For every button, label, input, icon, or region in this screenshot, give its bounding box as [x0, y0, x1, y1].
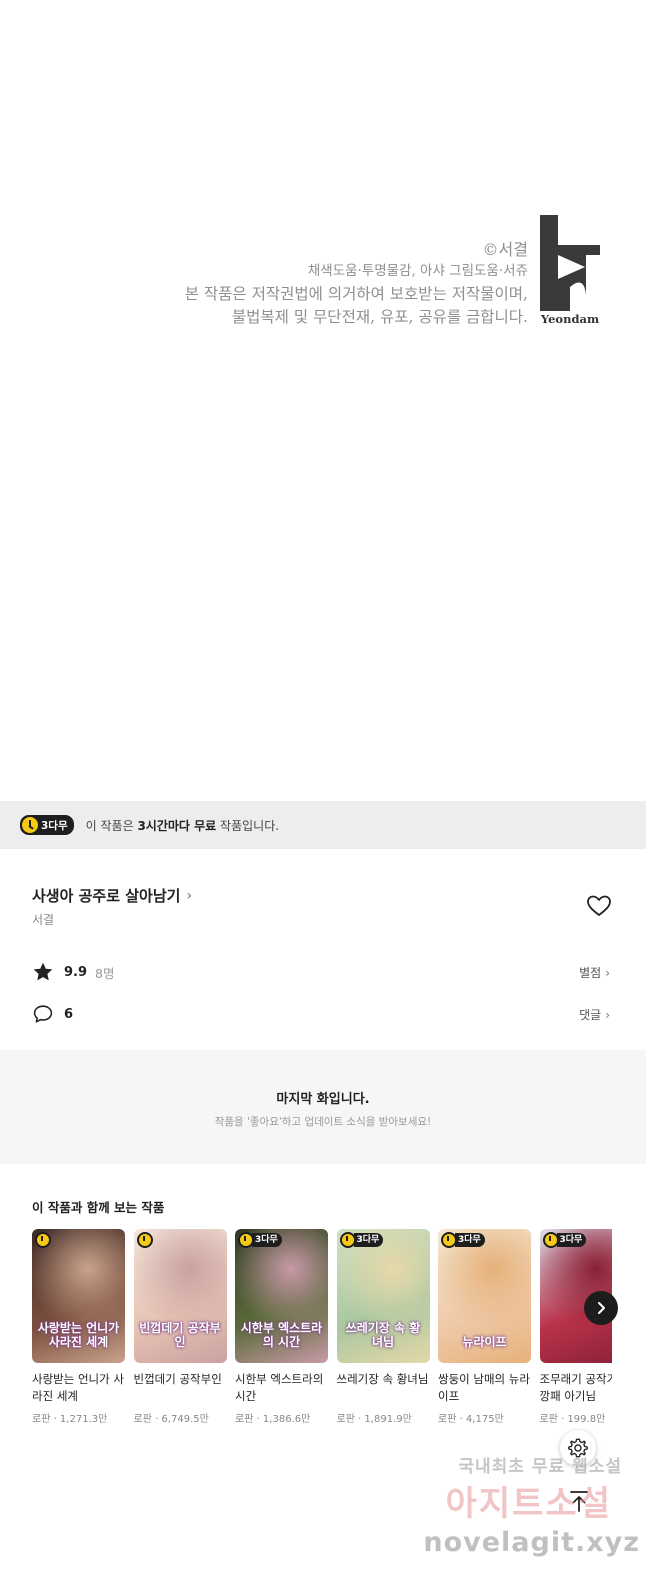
chevron-right-icon: [598, 1302, 605, 1314]
last-episode-notice: 마지막 화입니다. 작품을 '좋아요'하고 업데이트 소식을 받아보세요!: [0, 1050, 646, 1164]
star-icon: [33, 962, 53, 981]
three-hour-free-badge: 3다무: [20, 815, 74, 835]
carousel-next-button[interactable]: [584, 1291, 618, 1325]
card-genre-views: 로판 · 1,386.6만: [235, 1414, 311, 1425]
recommendation-card[interactable]: 빈껍데기 공작부인 빈껍데기 공작부인 로판 · 6,749.5만: [133, 1229, 227, 1425]
yeondam-logo: Yeondam: [540, 215, 600, 327]
copyright-author: ©서결: [482, 240, 528, 259]
cover-title: 쓰레기장 속 황녀님: [345, 1321, 421, 1349]
rating-count: 8명: [95, 965, 115, 981]
three-hour-free-badge: [35, 1232, 51, 1248]
clock-icon: [339, 1232, 356, 1248]
cover-title: 뉴라이프: [462, 1335, 507, 1349]
card-genre-views: 로판 · 6,749.5만: [133, 1414, 209, 1425]
cover-image: 시한부 엑스트라의 시간 3다무: [235, 1229, 328, 1363]
yeondam-wordmark: Yeondam: [540, 312, 600, 326]
recommendation-card[interactable]: 시한부 엑스트라의 시간 3다무시한부 엑스트라의 시간로판 · 1,386.6만: [235, 1229, 328, 1425]
badge-label: 3다무: [455, 1233, 485, 1247]
clock-icon: [22, 817, 38, 833]
chevron-right-icon: ›: [605, 1007, 610, 1022]
cover-image: 쓰레기장 속 황녀님 3다무: [336, 1229, 430, 1363]
card-title: 쓰레기장 속 황녀님: [336, 1372, 429, 1386]
rating-row: 9.9 8명: [32, 961, 114, 983]
clock-icon: [542, 1232, 559, 1248]
comment-link-label: 댓글: [579, 1008, 602, 1022]
copyright-warning-1: 본 작품은 저작권법에 의거하여 보호받는 저작물이며,: [184, 285, 528, 303]
comment-bubble-icon: [33, 1005, 53, 1023]
free-banner-text: 이 작품은 3시간마다 무료 작품입니다.: [86, 817, 279, 834]
cover-title: 사랑받는 언니가 사라진 세계: [37, 1321, 120, 1349]
work-author[interactable]: 서결: [32, 911, 54, 928]
recommendations-heading: 이 작품과 함께 보는 작품: [32, 1200, 165, 1215]
cover-title: 시한부 엑스트라의 시간: [240, 1321, 323, 1349]
cover-image: 사랑받는 언니가 사라진 세계: [32, 1229, 125, 1363]
free-text-pre: 이 작품은: [85, 818, 138, 833]
comment-row: 6: [32, 1003, 73, 1025]
clock-icon: [136, 1232, 153, 1248]
arrow-up-to-top-icon: [570, 1491, 588, 1512]
copyright-warning-2: 불법복제 및 무단전재, 유포, 공유를 금합니다.: [231, 308, 528, 326]
badge-label: 3다무: [252, 1233, 282, 1247]
work-title: 사생아 공주로 살아남기: [32, 887, 181, 905]
card-genre-views: 로판 · 199.8만: [539, 1414, 606, 1425]
comment-count: 6: [64, 1006, 74, 1022]
work-info-panel: 사생아 공주로 살아남기 › 서결 9.9 8명 별점 › 6 댓글 ›: [0, 849, 646, 1050]
card-genre-views: 로판 · 1,271.3만: [32, 1414, 108, 1425]
scroll-to-top-button[interactable]: [562, 1484, 596, 1518]
badge-label: 3다무: [353, 1233, 384, 1247]
free-text-post: 작품입니다.: [216, 818, 280, 833]
comment-link[interactable]: 댓글 ›: [579, 1006, 610, 1023]
copyright-notice: ©서결 채색도움·투명물감, 아샤 그림도움·서쥬 본 작품은 저작권법에 의거…: [0, 215, 646, 330]
yeondam-mark-icon: [540, 215, 600, 311]
work-title-link[interactable]: 사생아 공주로 살아남기 ›: [32, 885, 192, 906]
three-hour-free-badge: [136, 1232, 153, 1248]
card-title: 빈껍데기 공작부인: [133, 1372, 222, 1386]
rate-link[interactable]: 별점 ›: [579, 964, 610, 981]
recommendation-card[interactable]: 3다무조무래기 공작가의 깡패 아기님로판 · 199.8만: [539, 1229, 613, 1425]
last-episode-subtitle: 작품을 '좋아요'하고 업데이트 소식을 받아보세요!: [214, 1116, 432, 1128]
watermark-line-3: novelagit.xyz: [423, 1527, 640, 1558]
recommendation-card[interactable]: 사랑받는 언니가 사라진 세계 사랑받는 언니가 사라진 세계 로판 · 1,271…: [32, 1229, 125, 1425]
clock-icon: [35, 1232, 51, 1248]
recommendation-card[interactable]: 뉴라이프 3다무쌍둥이 남매의 뉴라이프로판 · 4,175만: [438, 1229, 531, 1425]
gear-icon: [568, 1438, 588, 1458]
watermark-line-1: 국내최초 무료 웹소설: [458, 1457, 622, 1477]
free-every-3h-banner: 3다무 이 작품은 3시간마다 무료 작품입니다.: [0, 801, 646, 849]
chevron-right-icon: ›: [605, 965, 610, 980]
three-hour-free-badge: 3다무: [441, 1232, 485, 1248]
three-hour-free-badge: 3다무: [238, 1232, 282, 1248]
card-title: 사랑받는 언니가 사라진 세계: [32, 1372, 124, 1403]
badge-label: 3다무: [41, 819, 68, 832]
settings-button[interactable]: [560, 1430, 596, 1466]
viewer-page: ©서결 채색도움·투명물감, 아샤 그림도움·서쥬 본 작품은 저작권법에 의거…: [0, 0, 646, 1575]
rate-link-label: 별점: [579, 966, 602, 980]
cover-title: 빈껍데기 공작부인: [139, 1321, 221, 1349]
free-text-bold: 3시간마다 무료: [137, 818, 217, 833]
copyright-credits: 채색도움·투명물감, 아샤 그림도움·서쥬: [307, 263, 528, 279]
cover-image: 빈껍데기 공작부인: [133, 1229, 227, 1363]
badge-label: 3다무: [556, 1233, 587, 1247]
three-hour-free-badge: 3다무: [542, 1232, 587, 1248]
cover-image: 뉴라이프 3다무: [438, 1229, 531, 1363]
chevron-right-icon: ›: [186, 887, 193, 904]
card-title: 쌍둥이 남매의 뉴라이프: [438, 1372, 530, 1403]
recommendation-card[interactable]: 쓰레기장 속 황녀님 3다무쓰레기장 속 황녀님로판 · 1,891.9만: [336, 1229, 430, 1425]
card-genre-views: 로판 · 1,891.9만: [336, 1414, 412, 1425]
clock-icon: [238, 1232, 254, 1248]
clock-icon: [441, 1232, 457, 1248]
three-hour-free-badge: 3다무: [339, 1232, 384, 1248]
recommendations-section: 이 작품과 함께 보는 작품 사랑받는 언니가 사라진 세계 사랑받는 언니가 사…: [0, 1164, 646, 1452]
copyright-text: ©서결 채색도움·투명물감, 아샤 그림도움·서쥬 본 작품은 저작권법에 의거…: [185, 239, 528, 329]
card-genre-views: 로판 · 4,175만: [438, 1414, 504, 1425]
last-episode-title: 마지막 화입니다.: [276, 1092, 370, 1107]
like-heart-icon[interactable]: [586, 894, 612, 918]
site-watermark: 국내최초 무료 웹소설 아지트소설 novelagit.xyz: [410, 1452, 646, 1575]
recommendations-carousel: 사랑받는 언니가 사라진 세계 사랑받는 언니가 사라진 세계 로판 · 1,271…: [32, 1229, 612, 1439]
card-title: 시한부 엑스트라의 시간: [235, 1372, 324, 1403]
rating-score: 9.9: [64, 964, 88, 980]
card-title: 조무래기 공작가의 깡패 아기님: [539, 1372, 613, 1403]
